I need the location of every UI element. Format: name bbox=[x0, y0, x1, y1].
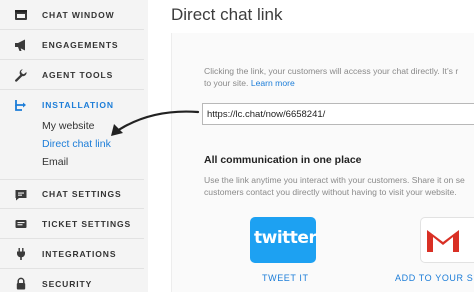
installation-icon bbox=[15, 100, 26, 111]
sidebar-item-label: INSTALLATION bbox=[42, 100, 114, 110]
sidebar-item-label: CHAT SETTINGS bbox=[42, 189, 122, 199]
twitter-logo-icon: twitter bbox=[254, 228, 317, 248]
chat-link-field[interactable]: https://lc.chat/now/6658241/ bbox=[202, 103, 474, 125]
add-to-signature-link[interactable]: ADD TO YOUR SIG bbox=[395, 273, 474, 283]
intro-text-line-1: Clicking the link, your customers will a… bbox=[204, 66, 459, 76]
sidebar: CHAT WINDOW ENGAGEMENTS AGENT TOOLS INST… bbox=[0, 0, 148, 292]
twitter-share-button[interactable]: twitter bbox=[250, 217, 317, 263]
page-title: Direct chat link bbox=[171, 5, 283, 24]
section-text-line-2: customers contact you directly without h… bbox=[204, 187, 457, 197]
sidebar-item-chat-settings[interactable]: CHAT SETTINGS bbox=[0, 179, 144, 209]
gmail-share-button[interactable] bbox=[420, 217, 474, 263]
chat-window-icon bbox=[15, 10, 27, 20]
sidebar-item-label: ENGAGEMENTS bbox=[42, 39, 119, 50]
sidebar-item-engagements[interactable]: ENGAGEMENTS bbox=[0, 30, 144, 60]
sidebar-item-security[interactable]: SECURITY bbox=[0, 269, 144, 292]
sidebar-item-agent-tools[interactable]: AGENT TOOLS bbox=[0, 60, 144, 90]
sub-item-my-website[interactable]: My website bbox=[42, 120, 95, 132]
sidebar-item-label: AGENT TOOLS bbox=[42, 69, 114, 80]
plug-icon bbox=[17, 248, 25, 260]
learn-more-link[interactable]: Learn more bbox=[251, 78, 295, 88]
sidebar-item-ticket-settings[interactable]: TICKET SETTINGS bbox=[0, 209, 144, 239]
intro-text-end: to your site. bbox=[204, 78, 249, 88]
sidebar-item-label: SECURITY bbox=[42, 278, 93, 289]
gmail-logo-icon bbox=[427, 230, 459, 252]
sidebar-item-label: INTEGRATIONS bbox=[42, 248, 117, 259]
tweet-it-link[interactable]: TWEET IT bbox=[262, 273, 309, 283]
wrench-icon bbox=[15, 69, 27, 82]
sidebar-item-label: TICKET SETTINGS bbox=[42, 218, 132, 229]
sidebar-item-label: CHAT WINDOW bbox=[42, 9, 115, 20]
sidebar-item-integrations[interactable]: INTEGRATIONS bbox=[0, 239, 144, 269]
section-heading: All communication in one place bbox=[204, 154, 362, 166]
section-text-line-1: Use the link anytime you interact with y… bbox=[204, 175, 465, 185]
lock-icon bbox=[16, 277, 26, 290]
sidebar-item-installation[interactable]: INSTALLATION bbox=[0, 90, 144, 120]
megaphone-icon bbox=[15, 39, 25, 51]
intro-text-line-2: to your site. Learn more bbox=[204, 78, 295, 88]
chat-settings-icon bbox=[15, 190, 27, 201]
sidebar-item-chat-window[interactable]: CHAT WINDOW bbox=[0, 0, 144, 30]
sub-item-direct-chat-link[interactable]: Direct chat link bbox=[42, 138, 111, 150]
sub-item-email[interactable]: Email bbox=[42, 156, 68, 168]
ticket-icon bbox=[15, 220, 27, 228]
